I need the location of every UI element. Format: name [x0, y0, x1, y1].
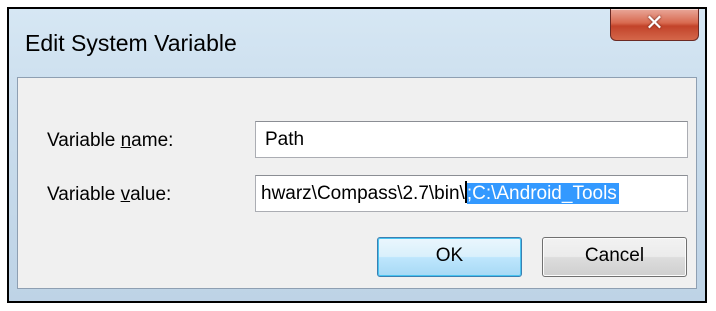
title-bar[interactable]: Edit System Variable ✕	[9, 9, 705, 69]
edit-system-variable-dialog: Edit System Variable ✕ Variable name: Pa…	[7, 7, 707, 303]
variable-value-input[interactable]: hwarz\Compass\2.7\bin\ ;C:\Android_Tools	[255, 175, 688, 212]
ok-button[interactable]: OK	[377, 237, 522, 277]
variable-name-value: Path	[265, 129, 305, 150]
variable-value-label: Variable value:	[47, 184, 172, 205]
variable-name-input[interactable]: Path	[255, 121, 688, 158]
variable-value-selection: ;C:\Android_Tools	[466, 183, 619, 204]
cancel-button[interactable]: Cancel	[542, 237, 687, 277]
variable-name-label: Variable name:	[47, 130, 174, 151]
close-button[interactable]: ✕	[610, 9, 699, 41]
dialog-body: Variable name: Path Variable value: hwar…	[17, 77, 697, 289]
variable-value-label-accel: v	[120, 184, 131, 205]
dialog-title: Edit System Variable	[25, 30, 237, 56]
variable-value-text: hwarz\Compass\2.7\bin\	[261, 183, 465, 204]
variable-name-label-accel: n	[120, 130, 132, 151]
close-icon: ✕	[645, 11, 664, 36]
